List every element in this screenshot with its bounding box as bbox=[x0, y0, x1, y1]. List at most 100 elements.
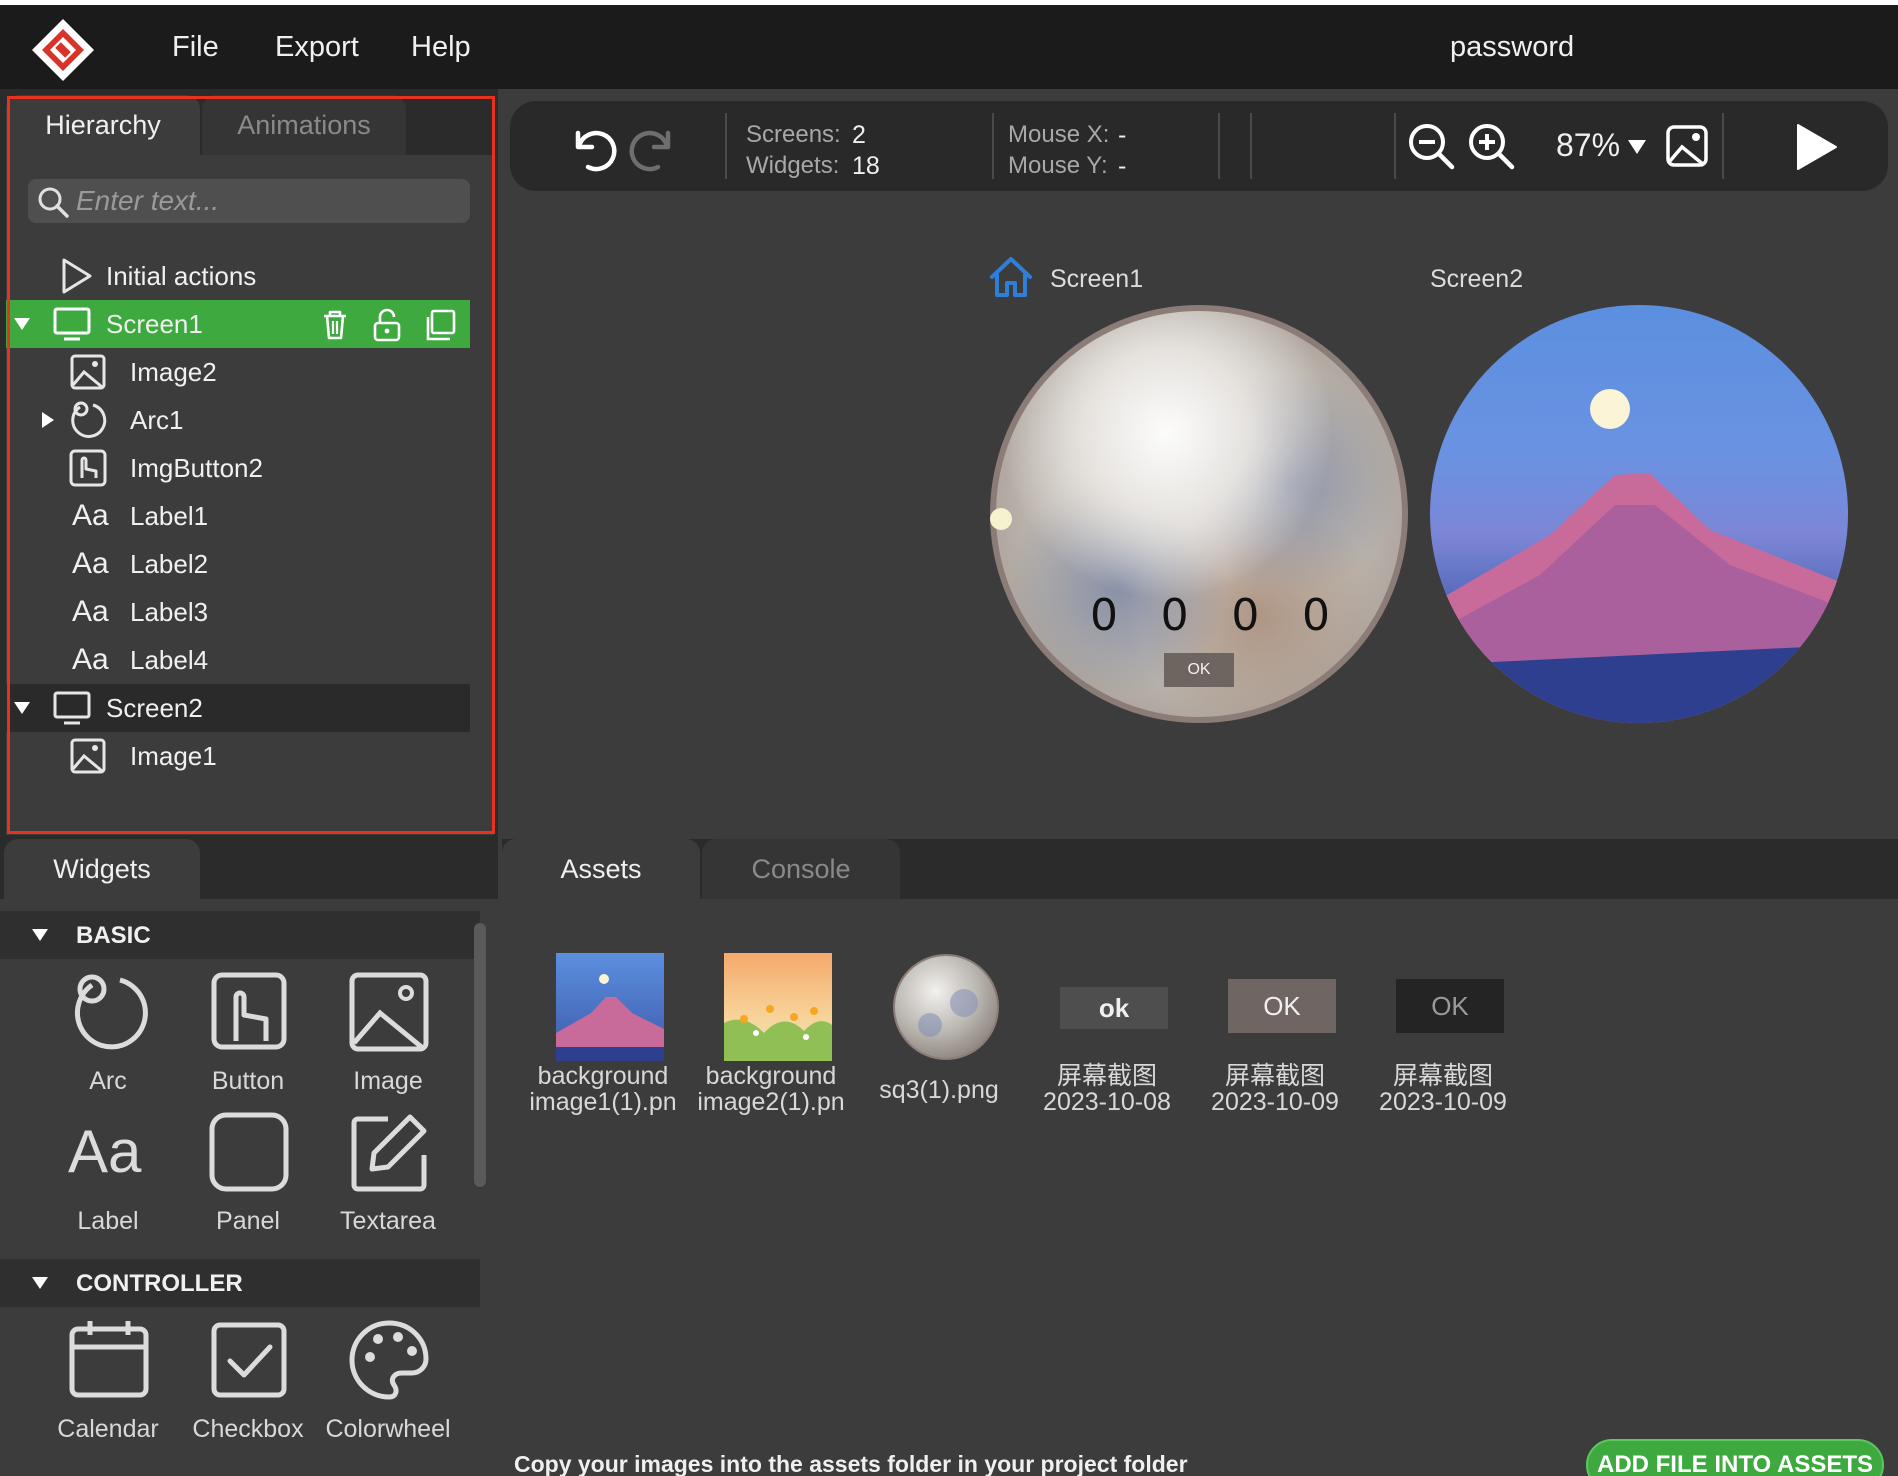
asset-thumbnail bbox=[556, 953, 664, 1061]
asset-thumbnail bbox=[893, 954, 999, 1060]
mouse-x-label: Mouse X: bbox=[1008, 121, 1110, 148]
assets-panel: Assets Console background image1(1).pn b… bbox=[502, 839, 1898, 1476]
project-name: password bbox=[1450, 31, 1575, 63]
tree-row-label: Image1 bbox=[130, 740, 217, 771]
redo-icon[interactable] bbox=[626, 121, 680, 175]
zoom-out-icon[interactable] bbox=[1406, 121, 1458, 173]
caret-right-icon[interactable] bbox=[38, 410, 58, 430]
tree-row-imgbutton2[interactable]: ImgButton2 bbox=[6, 444, 470, 492]
caret-down-icon[interactable] bbox=[30, 1273, 50, 1293]
arc-icon bbox=[74, 974, 148, 1050]
widgets-count: 18 bbox=[852, 152, 880, 180]
widgets-panel: Widgets BASIC Arc Button Image Aa Label … bbox=[0, 839, 498, 1476]
arc-knob[interactable] bbox=[990, 508, 1012, 530]
asset-caption-line: 2023-10-09 bbox=[1211, 1088, 1339, 1116]
tree-row-label1[interactable]: Aa Label1 bbox=[6, 492, 470, 540]
asset-caption: background image1(1).pn bbox=[508, 1063, 698, 1115]
tree-row-image2[interactable]: Image2 bbox=[6, 348, 470, 396]
mouse-x-value: - bbox=[1118, 121, 1127, 149]
tree-row-label3[interactable]: Aa Label3 bbox=[6, 588, 470, 636]
asset-item[interactable]: ok 屏幕截图 2023-10-08 bbox=[1022, 953, 1192, 1123]
duplicate-icon[interactable] bbox=[420, 306, 458, 344]
tab-hierarchy[interactable]: Hierarchy bbox=[6, 95, 200, 155]
label-icon: Aa bbox=[68, 1118, 142, 1185]
asset-caption-line: image2(1).pn bbox=[697, 1088, 845, 1116]
unlock-icon[interactable] bbox=[368, 306, 406, 344]
menu-help[interactable]: Help bbox=[411, 31, 471, 64]
row-actions bbox=[316, 306, 458, 344]
arc-icon bbox=[71, 401, 107, 438]
widget-arc[interactable]: Arc bbox=[38, 971, 178, 1101]
zoom-level[interactable]: 87% bbox=[1556, 127, 1620, 164]
asset-item[interactable]: background image2(1).pn bbox=[686, 953, 856, 1123]
tree-row-label4[interactable]: Aa Label4 bbox=[6, 636, 470, 684]
widget-label: Checkbox bbox=[192, 1415, 304, 1443]
widget-label: Calendar bbox=[57, 1415, 159, 1443]
tab-widgets[interactable]: Widgets bbox=[4, 839, 200, 899]
widget-checkbox[interactable]: Checkbox bbox=[178, 1319, 318, 1449]
play-preview-icon[interactable] bbox=[1790, 121, 1842, 173]
widget-button[interactable]: Button bbox=[178, 971, 318, 1101]
asset-item[interactable]: sq3(1).png bbox=[854, 953, 1024, 1123]
tree-row-label: Arc1 bbox=[130, 404, 184, 435]
tree-row-label: Screen2 bbox=[106, 692, 203, 723]
tree-row-image1[interactable]: Image1 bbox=[6, 732, 470, 780]
asset-thumbnail: OK bbox=[1228, 979, 1336, 1033]
asset-caption: 屏幕截图 2023-10-08 bbox=[1012, 1063, 1202, 1115]
asset-item[interactable]: OK 屏幕截图 2023-10-09 bbox=[1358, 953, 1528, 1123]
asset-caption-line: 2023-10-09 bbox=[1379, 1088, 1507, 1116]
widget-calendar[interactable]: Calendar bbox=[38, 1319, 178, 1449]
tree-row-initial-actions[interactable]: Initial actions bbox=[6, 252, 470, 300]
label-icon: Aa bbox=[72, 499, 109, 532]
menu-file[interactable]: File bbox=[172, 31, 219, 64]
add-file-button[interactable]: ADD FILE INTO ASSETS bbox=[1586, 1439, 1884, 1476]
caret-down-icon[interactable] bbox=[30, 925, 50, 945]
widget-label: Arc bbox=[89, 1067, 127, 1095]
section-controller[interactable]: CONTROLLER bbox=[0, 1259, 480, 1307]
widget-panel[interactable]: Panel bbox=[178, 1111, 318, 1241]
asset-caption-line: background bbox=[705, 1062, 837, 1090]
widget-colorwheel[interactable]: Colorwheel bbox=[318, 1319, 458, 1449]
fit-image-icon[interactable] bbox=[1664, 123, 1710, 169]
widget-label-text: Label bbox=[77, 1207, 139, 1235]
ok-image-button[interactable]: OK bbox=[1164, 653, 1234, 687]
tree-row-label2[interactable]: Aa Label2 bbox=[6, 540, 470, 588]
section-basic[interactable]: BASIC bbox=[0, 911, 480, 959]
mouse-y-value: - bbox=[1118, 152, 1127, 180]
zoom-in-icon[interactable] bbox=[1466, 121, 1518, 173]
tab-assets[interactable]: Assets bbox=[502, 839, 700, 899]
image-icon bbox=[349, 972, 429, 1052]
tree-row-arc1[interactable]: Arc1 bbox=[6, 396, 470, 444]
search-icon bbox=[38, 187, 69, 218]
widgets-body: BASIC Arc Button Image Aa Label Panel Te… bbox=[0, 899, 498, 1476]
toolbar-divider bbox=[1250, 113, 1252, 179]
tree-row-screen1[interactable]: Screen1 bbox=[6, 300, 470, 348]
monitor-icon bbox=[53, 307, 91, 341]
editor-toolbar: Screens: 2 Widgets: 18 Mouse X: - Mouse … bbox=[510, 101, 1888, 191]
chevron-down-icon[interactable] bbox=[1626, 137, 1648, 157]
palette-icon bbox=[349, 1320, 429, 1400]
trash-icon[interactable] bbox=[316, 306, 354, 344]
undo-icon[interactable] bbox=[566, 121, 620, 175]
widget-textarea[interactable]: Textarea bbox=[318, 1111, 458, 1241]
asset-caption: background image2(1).pn bbox=[676, 1063, 866, 1115]
widget-label: Colorwheel bbox=[325, 1415, 451, 1443]
menu-export[interactable]: Export bbox=[275, 31, 359, 64]
tab-console[interactable]: Console bbox=[702, 839, 900, 899]
asset-item[interactable]: OK 屏幕截图 2023-10-09 bbox=[1190, 953, 1360, 1123]
assets-body: background image1(1).pn background image… bbox=[502, 899, 1898, 1476]
toolbar-divider bbox=[725, 113, 727, 179]
tree-row-screen2[interactable]: Screen2 bbox=[6, 684, 470, 732]
widgets-scrollbar[interactable] bbox=[474, 923, 486, 1187]
screen2-preview[interactable] bbox=[1430, 305, 1848, 723]
menu-bar: File Export Help password bbox=[0, 5, 1898, 89]
caret-down-icon[interactable] bbox=[12, 698, 32, 718]
asset-item[interactable]: background image1(1).pn bbox=[518, 953, 688, 1123]
label-icon: Aa bbox=[72, 643, 109, 676]
widget-image[interactable]: Image bbox=[318, 971, 458, 1101]
caret-down-icon[interactable] bbox=[12, 314, 32, 334]
hierarchy-search-input[interactable] bbox=[76, 183, 456, 219]
widget-label[interactable]: Aa Label bbox=[38, 1111, 178, 1241]
tab-animations[interactable]: Animations bbox=[202, 95, 406, 155]
home-icon bbox=[990, 257, 1032, 297]
